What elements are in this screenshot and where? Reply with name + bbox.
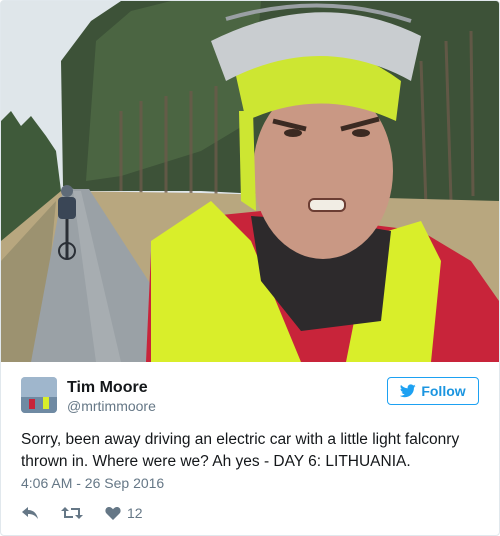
tweet-timestamp[interactable]: 4:06 AM - 26 Sep 2016 — [21, 475, 164, 491]
heart-icon — [105, 506, 121, 520]
tweet-text: Sorry, been away driving an electric car… — [21, 431, 460, 470]
like-count: 12 — [127, 505, 143, 521]
tweet-header: Tim Moore @mrtimmoore Follow — [21, 377, 479, 417]
user-name[interactable]: Tim Moore — [67, 379, 148, 397]
follow-label: Follow — [421, 383, 466, 399]
user-handle[interactable]: @mrtimmoore — [67, 398, 156, 414]
bird-icon — [400, 384, 417, 398]
tweet-actions: 12 — [21, 503, 143, 523]
follow-button[interactable]: Follow — [387, 377, 479, 405]
avatar[interactable] — [21, 377, 57, 413]
tweet-card: Tim Moore @mrtimmoore Follow Sorry, been… — [0, 0, 500, 536]
like-button[interactable]: 12 — [105, 505, 143, 521]
reply-icon[interactable] — [21, 505, 39, 521]
tweet-photo[interactable] — [1, 1, 499, 362]
retweet-icon[interactable] — [61, 505, 83, 521]
